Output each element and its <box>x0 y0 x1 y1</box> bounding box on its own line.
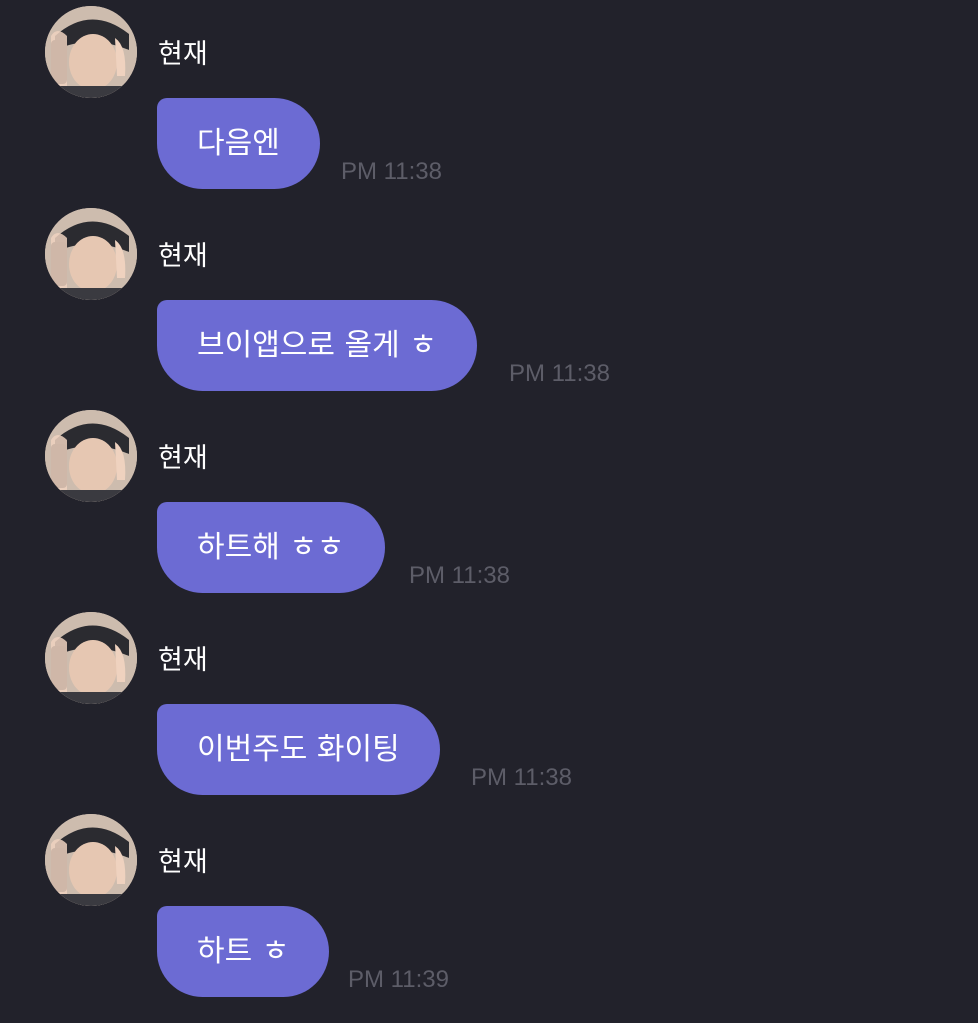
avatar[interactable] <box>45 612 137 704</box>
message-bubble[interactable]: 브이앱으로 올게 ㅎ <box>157 300 477 391</box>
message-timestamp: PM 11:38 <box>341 158 442 185</box>
sender-name: 현재 <box>158 443 208 474</box>
sender-name: 현재 <box>158 645 208 676</box>
message-timestamp: PM 11:39 <box>348 966 449 993</box>
profile-photo-icon <box>45 612 137 704</box>
avatar[interactable] <box>45 208 137 300</box>
message-timestamp: PM 11:38 <box>509 360 610 387</box>
chat-message: 현재 다음엔 PM 11:38 <box>0 0 978 202</box>
avatar[interactable] <box>45 6 137 98</box>
profile-photo-icon <box>45 814 137 906</box>
chat-message: 현재 이번주도 화이팅 PM 11:38 <box>0 606 978 808</box>
message-bubble[interactable]: 하트해 ㅎㅎ <box>157 502 385 593</box>
chat-message: 현재 하트 ㅎ PM 11:39 <box>0 808 978 1010</box>
sender-name: 현재 <box>158 241 208 272</box>
chat-message-list[interactable]: 현재 다음엔 PM 11:38 현재 브이앱으로 올게 ㅎ PM 11:38 현… <box>0 0 978 1023</box>
chat-message: 현재 하트해 ㅎㅎ PM 11:38 <box>0 404 978 606</box>
sender-name: 현재 <box>158 39 208 70</box>
message-timestamp: PM 11:38 <box>409 562 510 589</box>
chat-message: 현재 브이앱으로 올게 ㅎ PM 11:38 <box>0 202 978 404</box>
avatar[interactable] <box>45 410 137 502</box>
message-bubble[interactable]: 다음엔 <box>157 98 320 189</box>
profile-photo-icon <box>45 410 137 502</box>
message-bubble[interactable]: 이번주도 화이팅 <box>157 704 440 795</box>
profile-photo-icon <box>45 208 137 300</box>
profile-photo-icon <box>45 6 137 98</box>
message-bubble[interactable]: 하트 ㅎ <box>157 906 330 997</box>
avatar[interactable] <box>45 814 137 906</box>
message-timestamp: PM 11:38 <box>471 764 572 791</box>
sender-name: 현재 <box>158 847 208 878</box>
